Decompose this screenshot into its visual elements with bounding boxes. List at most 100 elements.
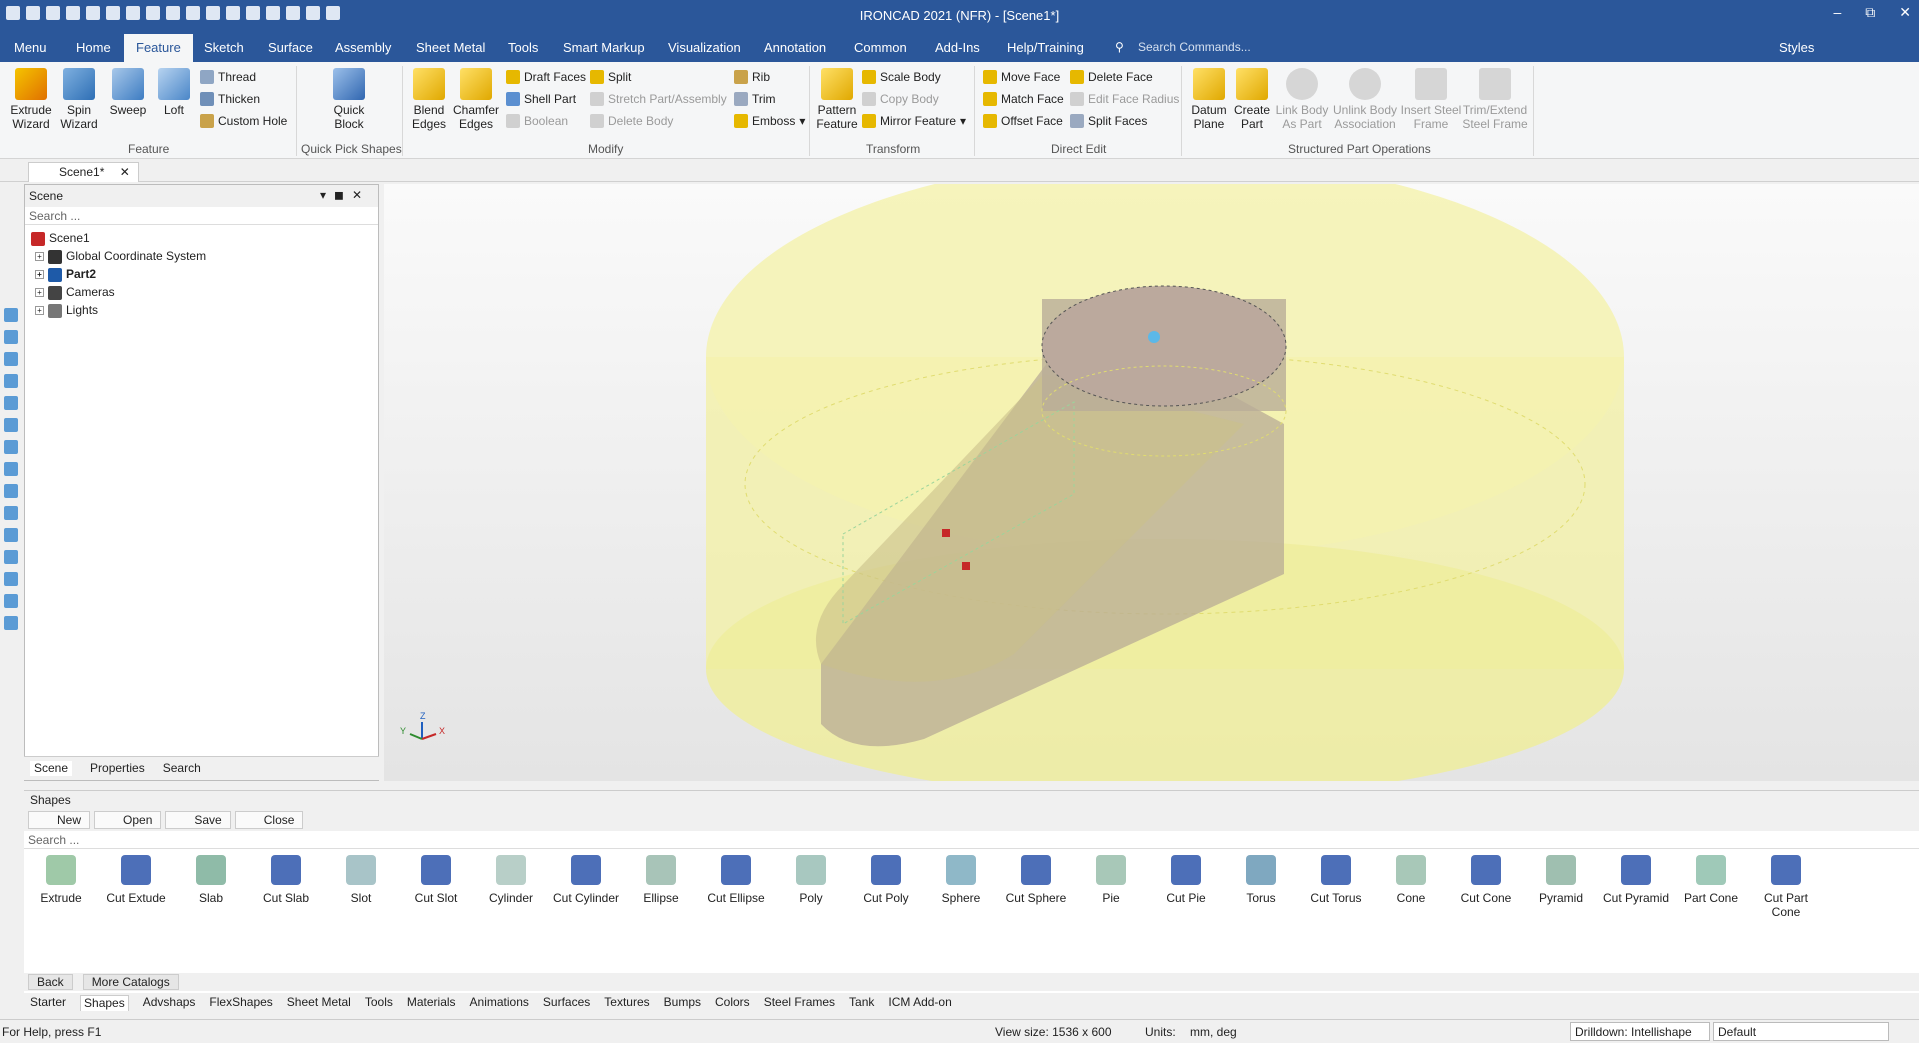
shape-item[interactable]: Extrude (26, 855, 96, 905)
shape-item[interactable]: Slab (176, 855, 246, 905)
split-faces-button[interactable]: Split Faces (1070, 114, 1147, 128)
close-icon[interactable]: ✕ (1899, 4, 1911, 21)
loft-button[interactable]: Loft (154, 68, 194, 117)
stretch-part-button[interactable]: Stretch Part/Assembly (590, 92, 727, 106)
trim-button[interactable]: Trim (734, 92, 776, 106)
tab-scene1[interactable]: Scene1* ✕ (28, 162, 139, 182)
tool-icon[interactable] (4, 484, 18, 498)
copy-body-button[interactable]: Copy Body (862, 92, 939, 106)
shape-item[interactable]: Cut Torus (1301, 855, 1371, 905)
new-catalog-button[interactable]: New (28, 811, 91, 829)
spin-wizard-button[interactable]: Spin Wizard (56, 68, 102, 131)
shape-item[interactable]: Part Cone (1676, 855, 1746, 905)
tool-icon[interactable] (4, 352, 18, 366)
catalog-tab[interactable]: Textures (604, 995, 649, 1011)
catalog-tab[interactable]: Materials (407, 995, 456, 1011)
shape-item[interactable]: Cut Pyramid (1601, 855, 1671, 905)
close-tab-icon[interactable]: ✕ (120, 165, 130, 179)
catalog-tab[interactable]: Shapes (80, 995, 129, 1011)
boolean-button[interactable]: Boolean (506, 114, 568, 128)
close-catalog-button[interactable]: Close (234, 811, 304, 829)
draft-faces-button[interactable]: Draft Faces (506, 70, 586, 84)
expand-icon[interactable]: + (35, 252, 44, 262)
tool-icon[interactable] (4, 506, 18, 520)
shape-item[interactable]: Poly (776, 855, 846, 905)
tool-icon[interactable] (4, 440, 18, 454)
shape-item[interactable]: Cone (1376, 855, 1446, 905)
restore-icon[interactable]: ⧉ (1865, 4, 1875, 21)
shape-item[interactable]: Cut Extude (101, 855, 171, 905)
split-button[interactable]: Split (590, 70, 631, 84)
shell-part-button[interactable]: Shell Part (506, 92, 576, 106)
tab-smart-markup[interactable]: Smart Markup (563, 40, 645, 55)
catalog-tab[interactable]: Bumps (664, 995, 701, 1011)
custom-hole-button[interactable]: Custom Hole (200, 114, 287, 128)
offset-face-button[interactable]: Offset Face (983, 114, 1063, 128)
tool-icon[interactable] (4, 396, 18, 410)
catalog-tab[interactable]: Surfaces (543, 995, 590, 1011)
catalog-tab[interactable]: Advshaps (143, 995, 196, 1011)
expand-icon[interactable]: + (35, 270, 44, 280)
back-button[interactable]: Back (28, 974, 73, 990)
tab-sketch[interactable]: Sketch (204, 40, 244, 55)
datum-plane-button[interactable]: Datum Plane (1186, 68, 1232, 131)
tree-item-cameras[interactable]: + Cameras (27, 283, 376, 301)
tab-tools[interactable]: Tools (508, 40, 538, 55)
shape-item[interactable]: Pyramid (1526, 855, 1596, 905)
tool-icon[interactable] (4, 594, 18, 608)
anchor-icon[interactable] (1148, 331, 1160, 343)
shape-item[interactable]: Cylinder (476, 855, 546, 905)
tool-icon[interactable] (4, 374, 18, 388)
tool-icon[interactable] (4, 528, 18, 542)
rib-button[interactable]: Rib (734, 70, 770, 84)
tab-search[interactable]: Search (163, 761, 201, 776)
match-face-button[interactable]: Match Face (983, 92, 1064, 106)
shape-item[interactable]: Slot (326, 855, 396, 905)
quick-block-button[interactable]: Quick Block (326, 68, 372, 131)
tool-icon[interactable] (4, 572, 18, 586)
tab-scene[interactable]: Scene (30, 761, 73, 776)
tool-icon[interactable] (4, 462, 18, 476)
catalog-tab[interactable]: Sheet Metal (287, 995, 351, 1011)
save-catalog-button[interactable]: Save (165, 811, 231, 829)
tab-menu[interactable]: Menu (14, 40, 47, 55)
trim-extend-steel-frame-button[interactable]: Trim/Extend Steel Frame (1462, 68, 1528, 131)
shape-item[interactable]: Pie (1076, 855, 1146, 905)
shape-item[interactable]: Cut Cylinder (551, 855, 621, 905)
tree-item-part2[interactable]: + Part2 (27, 265, 376, 283)
extrude-wizard-button[interactable]: Extrude Wizard (8, 68, 54, 131)
insert-steel-frame-button[interactable]: Insert Steel Frame (1400, 68, 1462, 131)
expand-icon[interactable]: + (35, 306, 44, 316)
sweep-button[interactable]: Sweep (106, 68, 150, 117)
scene-search-input[interactable]: Search ... (25, 207, 378, 225)
minimize-icon[interactable]: – (1833, 4, 1841, 21)
shape-item[interactable]: Cut Cone (1451, 855, 1521, 905)
handle-icon[interactable] (942, 529, 950, 537)
catalog-tab[interactable]: Tools (365, 995, 393, 1011)
tab-help-training[interactable]: Help/Training (1007, 40, 1084, 55)
more-catalogs-button[interactable]: More Catalogs (82, 974, 179, 990)
tool-icon[interactable] (4, 330, 18, 344)
catalog-tab[interactable]: Starter (30, 995, 66, 1011)
thread-button[interactable]: Thread (200, 70, 256, 84)
link-body-as-part-button[interactable]: Link Body As Part (1274, 68, 1330, 131)
delete-face-button[interactable]: Delete Face (1070, 70, 1153, 84)
catalog-tab[interactable]: FlexShapes (209, 995, 272, 1011)
move-face-button[interactable]: Move Face (983, 70, 1060, 84)
tool-icon[interactable] (4, 550, 18, 564)
unlink-body-association-button[interactable]: Unlink Body Association (1332, 68, 1398, 131)
tool-icon[interactable] (4, 308, 18, 322)
tab-home[interactable]: Home (76, 40, 111, 55)
drilldown-select[interactable]: Drilldown: Intellishape (1570, 1022, 1710, 1041)
thicken-button[interactable]: Thicken (200, 92, 260, 106)
create-part-button[interactable]: Create Part (1230, 68, 1274, 131)
shape-item[interactable]: Cut Sphere (1001, 855, 1071, 905)
catalog-tab[interactable]: Animations (470, 995, 529, 1011)
styles-dropdown[interactable]: Styles (1779, 40, 1814, 55)
shape-item[interactable]: Sphere (926, 855, 996, 905)
tree-item-lights[interactable]: + Lights (27, 301, 376, 319)
model-view[interactable]: Z Y X (384, 157, 1919, 799)
chamfer-edges-button[interactable]: Chamfer Edges (452, 68, 500, 131)
shape-item[interactable]: Cut Ellipse (701, 855, 771, 905)
tab-feature[interactable]: Feature (124, 34, 193, 62)
